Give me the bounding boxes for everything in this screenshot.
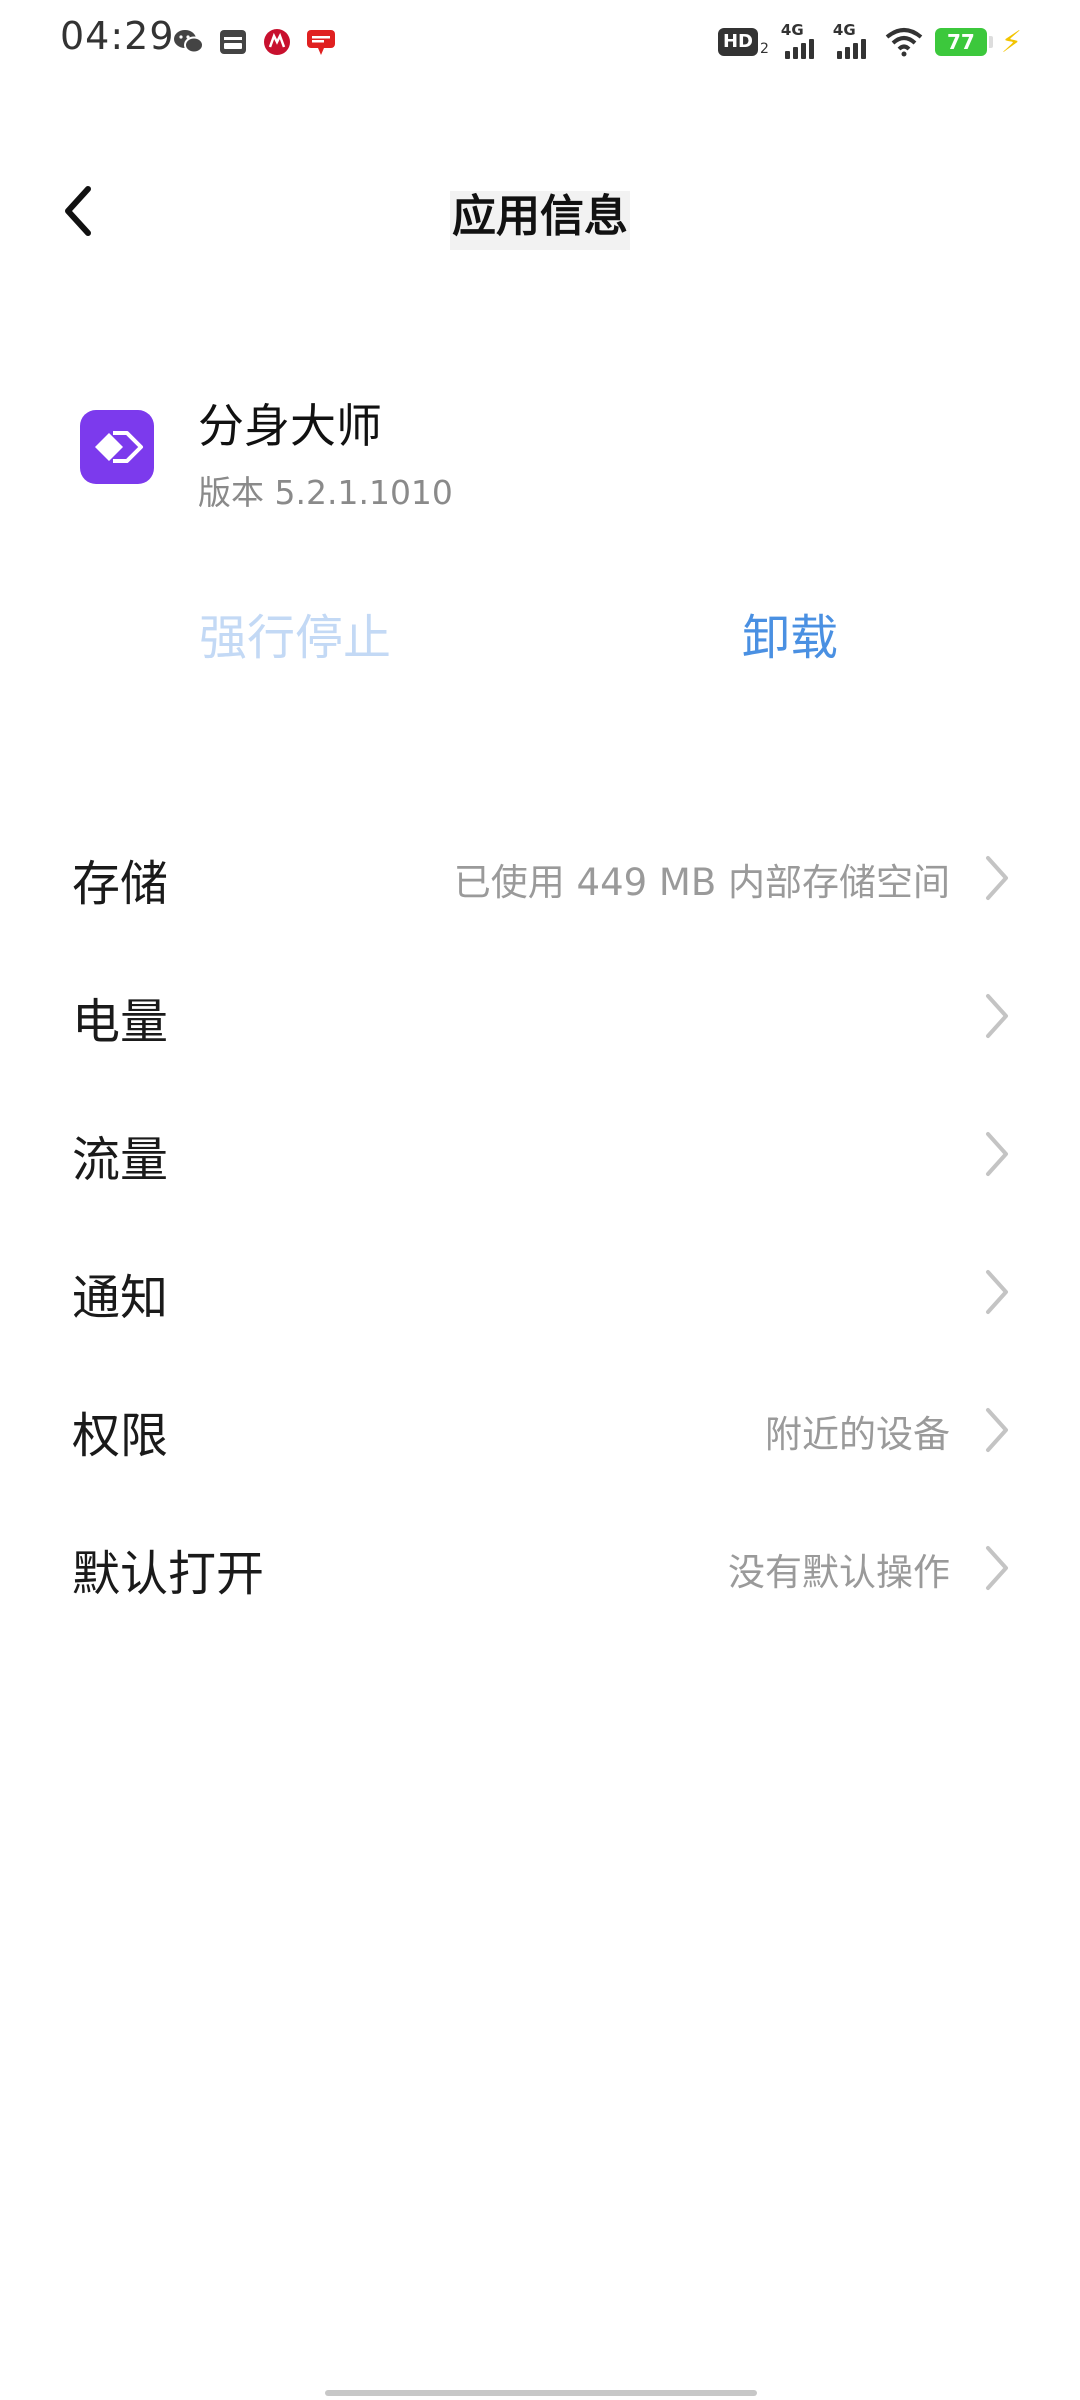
- row-value: 没有默认操作: [728, 1551, 950, 1594]
- row-label: 默认打开: [72, 1546, 265, 1602]
- chevron-right-icon: [986, 1408, 1008, 1452]
- signal-icon: 4G: [833, 21, 873, 59]
- row-value: 附近的设备: [765, 1413, 950, 1456]
- app-version: 版本 5.2.1.1010: [198, 473, 453, 512]
- chevron-right-icon: [986, 994, 1008, 1038]
- uninstall-button[interactable]: 卸载: [640, 598, 940, 666]
- row-value: 已使用 449 MB 内部存储空间: [453, 861, 950, 904]
- hd-voice-icon: HD: [717, 28, 758, 56]
- app-icon: [80, 410, 154, 484]
- signal-icon: 4G: [781, 21, 821, 59]
- settings-row-battery[interactable]: 电量: [0, 948, 1080, 1086]
- notification-icons: [172, 22, 338, 62]
- row-label: 通知: [72, 1270, 169, 1326]
- page-title-text: 应用信息: [450, 191, 630, 250]
- home-indicator[interactable]: [325, 2390, 757, 2396]
- settings-row-storage[interactable]: 存储 已使用 449 MB 内部存储空间: [0, 810, 1080, 948]
- system-icons: HD 2 4G 4G 77 ⚡: [717, 21, 1022, 62]
- hd-voice-sim: 2: [760, 41, 769, 57]
- chevron-right-icon: [986, 1270, 1008, 1314]
- clone-app-icon: [95, 431, 143, 463]
- force-stop-button[interactable]: 强行停止: [160, 598, 430, 666]
- wallet-icon: [220, 30, 246, 54]
- chevron-right-icon: [986, 1132, 1008, 1176]
- app-name: 分身大师: [198, 399, 382, 453]
- battery-icon: 77: [934, 28, 993, 56]
- settings-row-notifications[interactable]: 通知: [0, 1224, 1080, 1362]
- bank-icon: [264, 29, 290, 55]
- network-type-label: 4G: [832, 21, 856, 39]
- status-time: 04:29: [60, 14, 175, 58]
- settings-row-permissions[interactable]: 权限 附近的设备: [0, 1362, 1080, 1500]
- network-type-label: 4G: [780, 21, 804, 39]
- settings-list: 存储 已使用 449 MB 内部存储空间 电量 流量 通知 权限 附近的设备 默…: [0, 810, 1080, 1638]
- row-label: 电量: [72, 994, 169, 1050]
- row-label: 存储: [72, 856, 169, 912]
- chevron-right-icon: [986, 856, 1008, 900]
- row-label: 流量: [72, 1132, 169, 1188]
- settings-row-data-usage[interactable]: 流量: [0, 1086, 1080, 1224]
- wechat-icon: [174, 30, 204, 54]
- settings-row-open-by-default[interactable]: 默认打开 没有默认操作: [0, 1500, 1080, 1638]
- status-bar: 04:29 HD 2 4G 4G 77 ⚡: [0, 0, 1080, 84]
- message-icon: [307, 30, 335, 55]
- wifi-icon: [885, 28, 923, 57]
- row-label: 权限: [72, 1408, 169, 1464]
- page-title: 应用信息: [0, 180, 1080, 250]
- charging-icon: ⚡: [1000, 24, 1022, 60]
- chevron-right-icon: [986, 1546, 1008, 1590]
